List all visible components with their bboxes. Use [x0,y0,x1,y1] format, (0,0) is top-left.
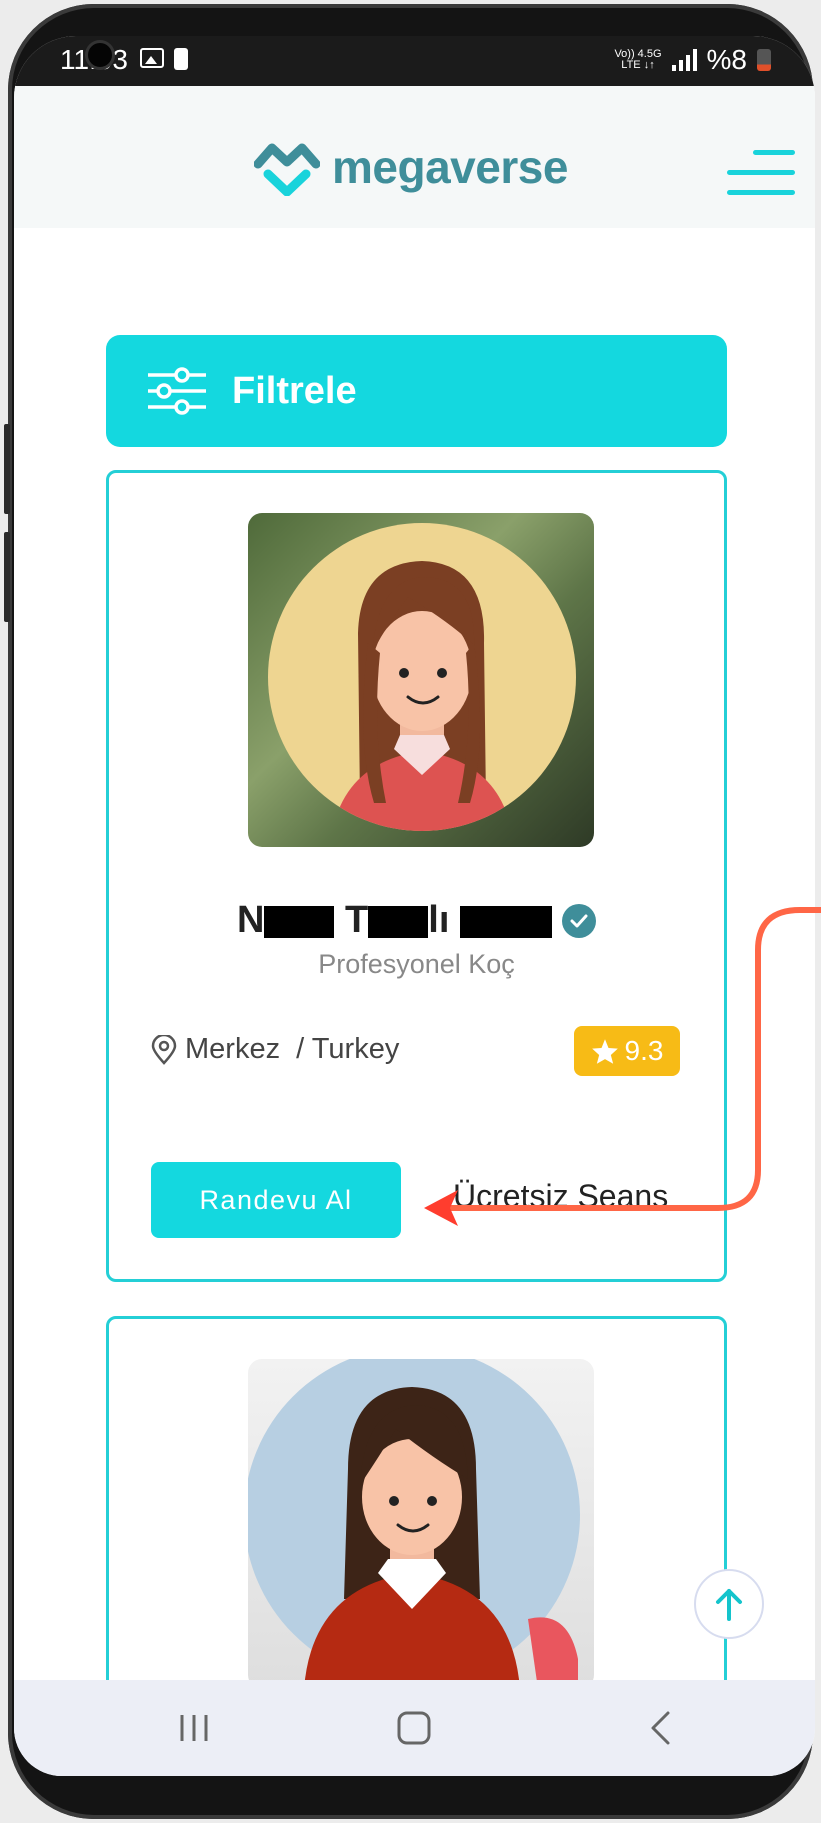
arrow-up-icon [716,1589,742,1621]
megaverse-logo[interactable]: megaverse [254,138,568,196]
screen: 11:03 Vo)) 4.5G LTE ↓↑ %8 megaverse [14,36,815,1776]
sliders-icon [148,367,206,415]
network-type: Vo)) 4.5G LTE ↓↑ [614,49,661,71]
redaction-bar [368,905,429,938]
volume-up-button [4,424,10,514]
book-appointment-button[interactable]: Randevu Al [151,1162,401,1238]
system-navigation-bar [14,1680,815,1776]
back-button[interactable] [620,1680,700,1776]
coach-avatar [268,523,576,831]
free-session-link[interactable]: Ücretsiz Seans [453,1178,668,1215]
rating-badge: 9.3 [574,1026,680,1076]
verified-check-icon [561,903,596,938]
scroll-to-top-button[interactable] [694,1569,764,1639]
battery-percent: %8 [706,44,747,75]
signal-icon [671,49,697,71]
filter-button[interactable]: Filtrele [106,335,727,447]
coach-card: N Tlı Profesyonel Koç Merkez / Turkey 9.… [106,470,727,1282]
home-icon [397,1711,431,1745]
star-icon [591,1038,618,1064]
coach-photo [248,1359,594,1689]
filter-label: Filtrele [232,369,357,412]
location-text: Merkez / Turkey [185,1033,400,1065]
status-bar: 11:03 Vo)) 4.5G LTE ↓↑ %8 [14,36,815,86]
battery-icon [757,49,771,71]
megaverse-logo-icon [254,143,320,196]
battery-alert-icon [174,48,188,70]
coach-name-part: lı [428,899,450,941]
recents-icon [180,1715,208,1741]
network-bottom-label: LTE ↓↑ [621,59,655,71]
hamburger-menu-button[interactable] [727,146,795,200]
gallery-notification-icon [140,48,164,68]
volume-down-button [4,532,10,622]
home-button[interactable] [374,1680,454,1776]
coach-name-part: N [237,899,265,941]
coach-name: N Tlı [237,899,552,942]
coach-avatar [248,1359,580,1689]
location-pin-icon [151,1034,177,1065]
coach-photo [248,513,594,847]
back-icon [651,1711,670,1745]
front-camera [85,40,115,70]
redaction-bar [264,905,335,938]
status-notification-icons [140,48,188,70]
redaction-bar [459,905,552,938]
logo-text: megaverse [332,141,568,193]
coach-location: Merkez / Turkey [151,1033,399,1066]
status-indicators: Vo)) 4.5G LTE ↓↑ %8 [614,44,771,76]
coach-name-row: N Tlı [109,899,724,942]
recents-button[interactable] [154,1680,234,1776]
coach-title: Profesyonel Koç [318,949,515,979]
rating-value: 9.3 [624,1035,664,1066]
coach-name-part: T [345,899,369,941]
app-header: megaverse [14,86,815,228]
